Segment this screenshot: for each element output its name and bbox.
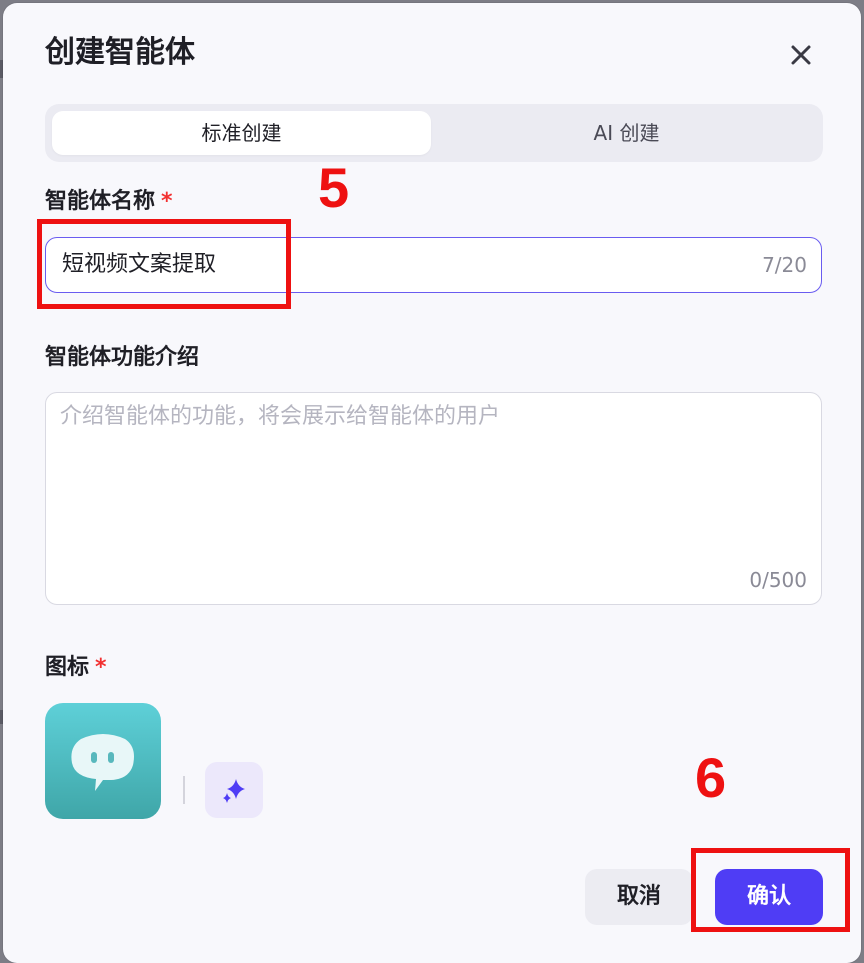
annotation-number-5: 5 xyxy=(318,156,350,219)
agent-description-counter: 0/500 xyxy=(749,568,807,592)
annotation-box-confirm xyxy=(691,848,850,932)
tab-ai-create[interactable]: AI 创建 xyxy=(437,111,816,155)
agent-description-placeholder: 介绍智能体的功能，将会展示给智能体的用户 xyxy=(60,404,501,429)
chat-bubble-icon xyxy=(71,734,134,791)
ai-generate-icon-button[interactable] xyxy=(205,762,263,818)
agent-name-counter: 7/20 xyxy=(762,253,807,277)
sparkle-icon xyxy=(223,779,245,803)
cancel-button[interactable]: 取消 xyxy=(585,869,693,925)
close-button[interactable] xyxy=(785,39,817,71)
agent-description-input[interactable]: 介绍智能体的功能，将会展示给智能体的用户 0/500 xyxy=(45,392,822,605)
agent-icon-tile[interactable] xyxy=(45,703,161,819)
agent-name-label-text: 智能体名称 xyxy=(45,189,156,214)
create-agent-dialog: 创建智能体 标准创建 AI 创建 智能体名称 * 短视频文案提取 7/20 智能体… xyxy=(3,3,861,963)
dialog-title: 创建智能体 xyxy=(45,35,195,70)
required-mark: * xyxy=(161,189,173,214)
icon-divider xyxy=(183,776,185,804)
agent-name-label: 智能体名称 * xyxy=(45,187,173,217)
close-icon xyxy=(791,45,811,65)
tab-standard-create[interactable]: 标准创建 xyxy=(52,111,431,155)
creation-mode-tabs: 标准创建 AI 创建 xyxy=(45,104,823,162)
annotation-number-6: 6 xyxy=(695,746,727,809)
agent-description-label: 智能体功能介绍 xyxy=(45,345,200,370)
icon-label-text: 图标 xyxy=(45,655,90,680)
annotation-box-name xyxy=(37,219,291,309)
icon-label: 图标 * xyxy=(45,653,107,683)
required-mark: * xyxy=(95,655,107,680)
